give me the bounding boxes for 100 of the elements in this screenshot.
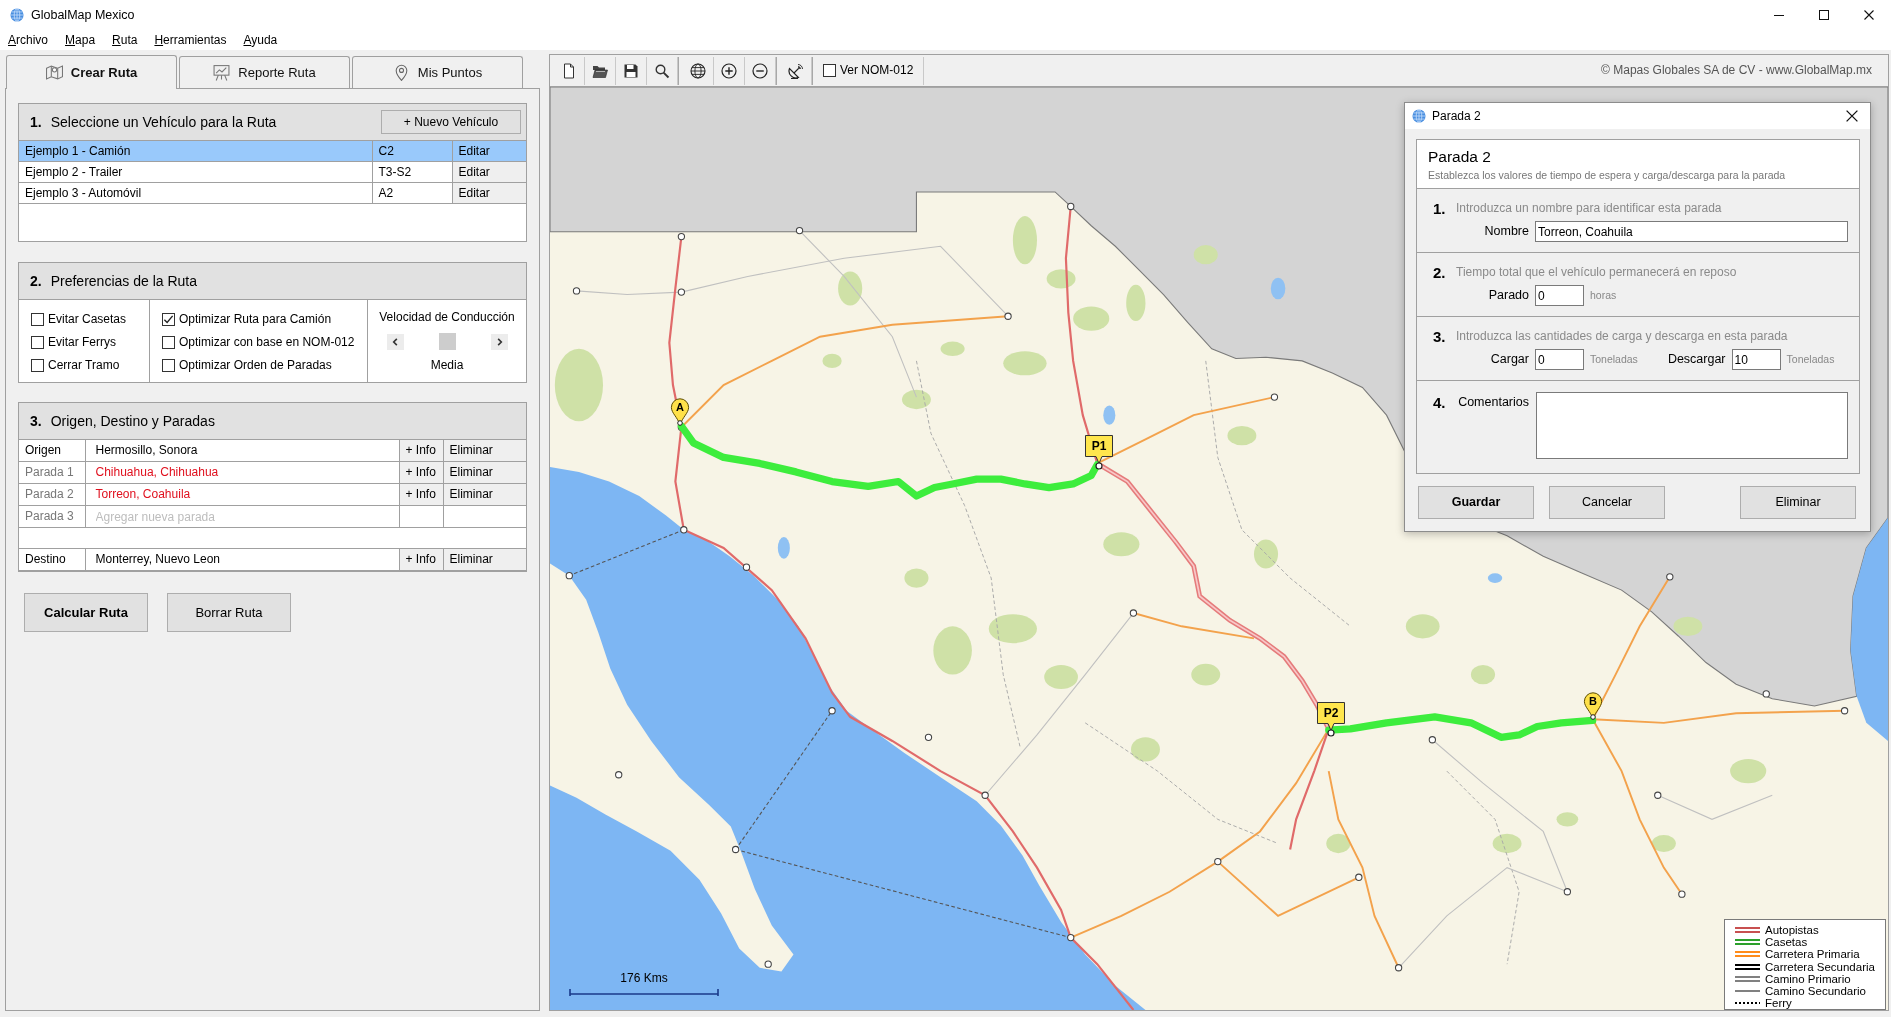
close-icon xyxy=(1863,10,1874,20)
number-field[interactable]: 0 xyxy=(1535,349,1584,370)
map-icon xyxy=(45,64,63,81)
checkbox[interactable] xyxy=(162,358,175,372)
route-marker[interactable]: A xyxy=(670,398,690,426)
chart-board-icon xyxy=(213,64,231,81)
cancel-button[interactable]: Cancelar xyxy=(1549,486,1665,519)
dialog-subtitle: Establezca los valores de tiempo de espera y carga/descarga para la parada xyxy=(1428,168,1787,182)
table-cell: Ejemplo 1 - Camión xyxy=(19,140,372,162)
text-field[interactable]: Torreon, Coahuila xyxy=(1535,221,1848,242)
step-prompt: Introduzca las cantidades de carga y descarga en esta parada xyxy=(1456,329,1788,344)
globe-icon xyxy=(690,62,706,79)
option-label: Evitar Ferrys xyxy=(48,334,116,350)
tab[interactable]: Crear Ruta xyxy=(6,55,177,89)
dialog-heading: Parada 2 xyxy=(1428,148,1492,166)
table-cell: Ejemplo 2 - Trailer xyxy=(19,161,372,183)
step-prompt: Introduzca un nombre para identificar esta parada xyxy=(1456,201,1722,216)
increase-button[interactable] xyxy=(490,333,508,350)
legend-label: Ferry xyxy=(1765,997,1792,1010)
section-number: 1. xyxy=(30,113,42,131)
option-label: Optimizar Ruta para Camión xyxy=(179,311,332,327)
speed-label: Velocidad de Conducción xyxy=(379,310,515,324)
step-number: 2. xyxy=(1433,263,1447,282)
table-row[interactable]: Ejemplo 2 - Trailer T3-S2 Editar xyxy=(19,161,526,183)
table-cell: Parada 3 xyxy=(19,505,85,528)
menu-item[interactable]: Mapa xyxy=(57,32,105,48)
step-prompt: Tiempo total que el vehículo permanecerá en reposo xyxy=(1456,265,1737,280)
field-label: Parado xyxy=(1487,288,1529,303)
field-label: Descargar xyxy=(1667,352,1726,367)
clear-route-button[interactable]: Borrar Ruta xyxy=(167,593,291,632)
zoom-out-icon xyxy=(752,62,768,79)
legend-label: Carretera Secundaria xyxy=(1765,960,1875,973)
calculate-route-button[interactable]: Calcular Ruta xyxy=(24,593,148,632)
slider-thumb[interactable] xyxy=(438,333,456,351)
table-cell: Ejemplo 3 - Automóvil xyxy=(19,182,372,204)
table-cell: Parada 2 xyxy=(19,483,85,506)
section-title: Seleccione un Vehículo para la Ruta xyxy=(50,113,277,131)
window-title: GlobalMap Mexico xyxy=(31,7,135,23)
menu-item[interactable]: Ruta xyxy=(104,32,147,48)
tab[interactable]: Mis Puntos xyxy=(352,56,523,88)
table-cell: C2 xyxy=(372,140,452,162)
step-number: 1. xyxy=(1433,199,1447,218)
option-label: Ver NOM-012 xyxy=(840,63,914,78)
section-title: Preferencias de la Ruta xyxy=(50,272,197,290)
menu-item[interactable]: Archivo xyxy=(0,32,58,48)
table-row[interactable]: Ejemplo 1 - Camión C2 Editar xyxy=(19,140,526,162)
legend-label: Casetas xyxy=(1765,936,1808,949)
table-cell: Monterrey, Nuevo Leon xyxy=(85,548,399,571)
table-cell: Parada 1 xyxy=(19,461,85,484)
legend-label: Carretera Primaria xyxy=(1765,948,1860,961)
number-field[interactable]: 10 xyxy=(1731,349,1781,370)
checkbox[interactable] xyxy=(162,335,175,349)
save-button[interactable]: Guardar xyxy=(1418,486,1534,519)
option-label: Evitar Casetas xyxy=(48,311,127,327)
unit-label: Toneladas xyxy=(1786,353,1835,366)
table-cell: Hermosillo, Sonora xyxy=(85,439,399,462)
legend-label: Autopistas xyxy=(1765,924,1819,937)
new-vehicle-button[interactable]: + Nuevo Vehículo xyxy=(381,110,521,134)
edit-button[interactable]: Editar xyxy=(452,140,526,162)
close-icon xyxy=(1846,110,1858,122)
section-number: 2. xyxy=(30,272,42,290)
section-title: Origen, Destino y Paradas xyxy=(50,412,215,430)
step-number: 3. xyxy=(1433,327,1447,346)
checkbox[interactable] xyxy=(823,64,836,77)
option-label: Optimizar con base en NOM-012 xyxy=(179,334,355,350)
satellite-dish-icon xyxy=(788,62,804,79)
legend-label: Camino Primario xyxy=(1765,972,1851,985)
info-button[interactable]: + Info xyxy=(399,439,443,462)
checkbox[interactable] xyxy=(162,312,175,326)
field-label: Cargar xyxy=(1489,352,1529,367)
checkbox[interactable] xyxy=(31,358,44,372)
field-label: Comentarios xyxy=(1457,395,1529,410)
delete-button[interactable]: Eliminar xyxy=(443,439,526,462)
maximize-icon xyxy=(1818,10,1829,20)
document-icon xyxy=(561,62,577,79)
unit-label: horas xyxy=(1590,289,1617,302)
table-cell: Destino xyxy=(19,548,85,571)
option-label: Cerrar Tramo xyxy=(48,357,120,373)
chevron-left-icon xyxy=(390,336,400,347)
comments-field[interactable] xyxy=(1536,392,1848,459)
tab[interactable]: Reporte Ruta xyxy=(179,56,350,88)
dialog-title: Parada 2 xyxy=(1432,108,1481,124)
copyright-text: © Mapas Globales SA de CV - www.GlobalMap.mx xyxy=(1601,63,1873,78)
section-number: 3. xyxy=(30,412,42,430)
table-row[interactable]: Ejemplo 3 - Automóvil A2 Editar xyxy=(19,182,526,204)
table-cell: Torreon, Coahuila xyxy=(85,483,399,506)
menu-item[interactable]: Ayuda xyxy=(235,32,287,48)
globe-icon xyxy=(1412,109,1426,123)
table-cell: Chihuahua, Chihuahua xyxy=(85,461,399,484)
menu-item[interactable]: Herramientas xyxy=(146,32,236,48)
search-icon xyxy=(654,62,670,79)
decrease-button[interactable] xyxy=(386,333,404,350)
number-field[interactable]: 0 xyxy=(1535,285,1584,306)
checkmark-icon xyxy=(163,313,174,325)
checkbox[interactable] xyxy=(31,335,44,349)
field-label: Nombre xyxy=(1483,224,1529,239)
globe-icon xyxy=(10,8,24,22)
delete-button[interactable]: Eliminar xyxy=(1740,486,1856,519)
route-marker[interactable]: B xyxy=(1583,692,1603,720)
checkbox[interactable] xyxy=(31,312,44,326)
